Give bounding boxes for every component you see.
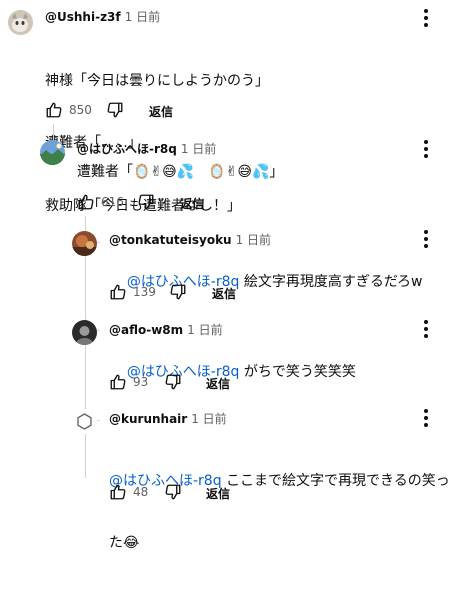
reply-button[interactable]: 返信 bbox=[212, 285, 236, 302]
thumbs-down-icon bbox=[165, 374, 181, 390]
like-count: 616 bbox=[101, 195, 124, 209]
comment-actions: 616 返信 bbox=[77, 193, 277, 213]
thumbs-up-icon bbox=[110, 374, 126, 390]
photo-avatar-icon[interactable] bbox=[72, 231, 97, 256]
more-options-icon[interactable] bbox=[418, 8, 434, 28]
reply-button[interactable]: 返信 bbox=[180, 195, 204, 212]
dislike-button[interactable] bbox=[164, 373, 182, 391]
thumbs-up-icon bbox=[110, 284, 126, 300]
cat-avatar-icon[interactable] bbox=[8, 10, 33, 35]
thumbs-down-icon bbox=[165, 484, 181, 500]
thumbs-down-icon bbox=[107, 102, 123, 118]
reply-button[interactable]: 返信 bbox=[149, 103, 173, 120]
dislike-button[interactable] bbox=[164, 483, 182, 501]
like-count: 93 bbox=[133, 375, 149, 389]
comment-body: @はひふへほ-r8q ここまで絵文字で再現できるの笑っ た😂 bbox=[109, 431, 454, 593]
like-count: 48 bbox=[133, 485, 149, 499]
like-button[interactable] bbox=[77, 193, 95, 211]
like-button[interactable] bbox=[109, 483, 127, 501]
comment-timestamp[interactable]: 1 日前 bbox=[236, 233, 271, 247]
thumbs-up-icon bbox=[78, 194, 94, 210]
thumbs-up-icon bbox=[110, 484, 126, 500]
comment-actions: 93 返信 bbox=[109, 373, 309, 393]
dislike-button[interactable] bbox=[169, 283, 187, 301]
comment-body: @はひふへほ-r8q がちで笑う笑笑笑 bbox=[109, 342, 356, 402]
more-options-icon[interactable] bbox=[418, 139, 434, 159]
comment-author[interactable]: @kurunhair bbox=[109, 412, 187, 426]
comment-author[interactable]: @aflo-w8m bbox=[109, 323, 183, 337]
thumbs-up-icon bbox=[46, 102, 62, 118]
like-button[interactable] bbox=[109, 283, 127, 301]
comment-body: @はひふへほ-r8q 絵文字再現度高すぎるだろw bbox=[109, 252, 423, 312]
comment-actions: 139 返信 bbox=[109, 283, 309, 303]
more-options-icon[interactable] bbox=[418, 408, 434, 428]
comment-author[interactable]: @はひふへほ-r8q bbox=[77, 142, 177, 156]
comment-author[interactable]: @Ushhi-z3f bbox=[45, 10, 121, 24]
dislike-button[interactable] bbox=[106, 101, 124, 119]
dislike-button[interactable] bbox=[137, 193, 155, 211]
reply-button[interactable]: 返信 bbox=[206, 485, 230, 502]
more-options-icon[interactable] bbox=[418, 229, 434, 249]
comment-text-continued: た😂 bbox=[109, 535, 140, 551]
hexagon-avatar-icon[interactable] bbox=[72, 409, 97, 434]
thumbs-down-icon bbox=[138, 194, 154, 210]
landscape-avatar-icon[interactable] bbox=[40, 140, 65, 165]
comment-timestamp[interactable]: 1 日前 bbox=[125, 10, 160, 24]
comment-timestamp[interactable]: 1 日前 bbox=[191, 412, 226, 426]
thumbs-down-icon bbox=[170, 284, 186, 300]
reply-button[interactable]: 返信 bbox=[206, 375, 230, 392]
comment-line: 神様「今日は曇りにしようかのう」 bbox=[45, 73, 269, 89]
like-count: 139 bbox=[133, 285, 156, 299]
comment-author[interactable]: @tonkatuteisyoku bbox=[109, 233, 232, 247]
comment-body: 遭難者「🪞✌😅💦 🪞✌😅💦」 bbox=[77, 164, 284, 180]
comment-timestamp[interactable]: 1 日前 bbox=[181, 142, 216, 156]
like-count: 850 bbox=[69, 103, 92, 117]
like-button[interactable] bbox=[109, 373, 127, 391]
comment-actions: 850 返信 bbox=[45, 101, 245, 121]
like-button[interactable] bbox=[45, 101, 63, 119]
dark-avatar-icon[interactable] bbox=[72, 320, 97, 345]
comment-actions: 48 返信 bbox=[109, 483, 309, 503]
comment-timestamp[interactable]: 1 日前 bbox=[187, 323, 222, 337]
more-options-icon[interactable] bbox=[418, 319, 434, 339]
